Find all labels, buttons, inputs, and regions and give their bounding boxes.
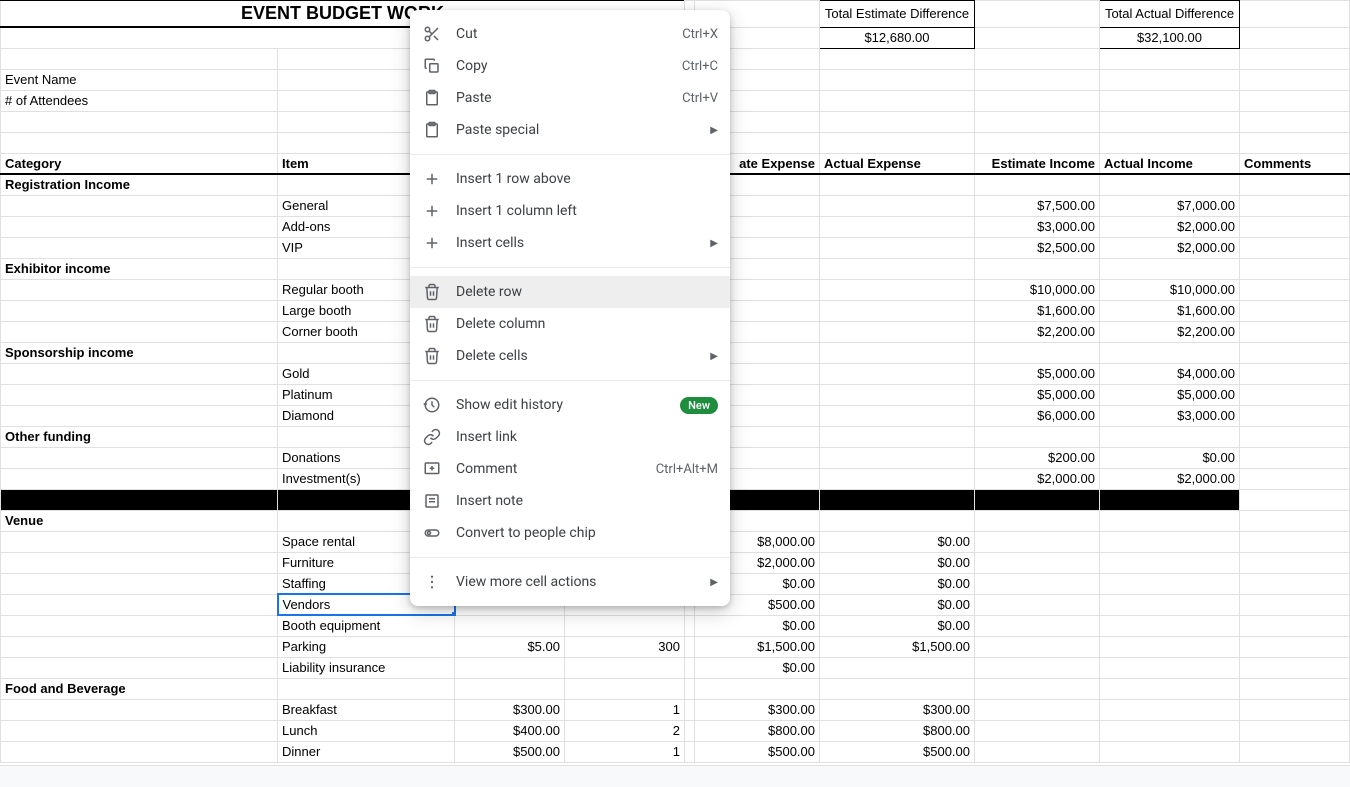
table-row: Liability insurance$0.00: [1, 657, 1350, 678]
menu-separator: [410, 380, 730, 381]
category-venue: Venue: [1, 510, 278, 531]
plus-icon: [422, 201, 442, 221]
paste-special-icon: [422, 120, 442, 140]
menu-separator: [410, 267, 730, 268]
menu-delete-column[interactable]: Delete column: [410, 308, 730, 340]
trash-icon: [422, 282, 442, 302]
trash-icon: [422, 314, 442, 334]
menu-insert-link[interactable]: Insert link: [410, 421, 730, 453]
menu-separator: [410, 154, 730, 155]
table-row: Dinner$500.001$500.00$500.00: [1, 741, 1350, 762]
total-actual-diff-value: $32,100.00: [1100, 27, 1240, 48]
menu-copy[interactable]: Copy Ctrl+C: [410, 50, 730, 82]
table-row: Breakfast$300.001$300.00$300.00: [1, 699, 1350, 720]
menu-delete-row[interactable]: Delete row: [410, 276, 730, 308]
menu-paste-special[interactable]: Paste special ▶: [410, 114, 730, 146]
category-sponsorship: Sponsorship income: [1, 342, 278, 363]
paste-icon: [422, 88, 442, 108]
history-icon: [422, 395, 442, 415]
header-comments: Comments: [1240, 153, 1350, 174]
header-estimate-income: Estimate Income: [975, 153, 1100, 174]
menu-edit-history[interactable]: Show edit history New: [410, 389, 730, 421]
menu-cut[interactable]: Cut Ctrl+X: [410, 18, 730, 50]
table-row: Booth equipment$0.00$0.00: [1, 615, 1350, 636]
menu-insert-row[interactable]: Insert 1 row above: [410, 163, 730, 195]
header-category: Category: [1, 153, 278, 174]
cut-icon: [422, 24, 442, 44]
trash-icon: [422, 346, 442, 366]
category-registration: Registration Income: [1, 174, 278, 195]
note-icon: [422, 491, 442, 511]
label-attendees: # of Attendees: [1, 90, 278, 111]
copy-icon: [422, 56, 442, 76]
total-estimate-diff-label: Total Estimate Difference: [820, 1, 975, 28]
category-other-funding: Other funding: [1, 426, 278, 447]
total-estimate-diff-value: $12,680.00: [820, 27, 975, 48]
menu-insert-cells[interactable]: Insert cells ▶: [410, 227, 730, 259]
category-exhibitor: Exhibitor income: [1, 258, 278, 279]
comment-icon: [422, 459, 442, 479]
header-actual-income: Actual Income: [1100, 153, 1240, 174]
menu-insert-column[interactable]: Insert 1 column left: [410, 195, 730, 227]
total-actual-diff-label: Total Actual Difference: [1100, 1, 1240, 28]
menu-delete-cells[interactable]: Delete cells ▶: [410, 340, 730, 372]
link-icon: [422, 427, 442, 447]
menu-separator: [410, 557, 730, 558]
chevron-right-icon: ▶: [710, 125, 718, 136]
menu-people-chip[interactable]: Convert to people chip: [410, 517, 730, 549]
people-chip-icon: [422, 523, 442, 543]
category-food: Food and Beverage: [1, 678, 278, 699]
chevron-right-icon: ▶: [710, 238, 718, 249]
plus-icon: [422, 233, 442, 253]
new-badge: New: [680, 397, 718, 414]
selection-handle[interactable]: [451, 611, 455, 615]
table-row: Lunch$400.002$800.00$800.00: [1, 720, 1350, 741]
menu-paste[interactable]: Paste Ctrl+V: [410, 82, 730, 114]
menu-more-actions[interactable]: View more cell actions ▶: [410, 566, 730, 598]
table-row: Parking$5.00300$1,500.00$1,500.00: [1, 636, 1350, 657]
chevron-right-icon: ▶: [710, 577, 718, 588]
more-icon: [422, 572, 442, 592]
header-actual-expense: Actual Expense: [820, 153, 975, 174]
label-event-name: Event Name: [1, 69, 278, 90]
plus-icon: [422, 169, 442, 189]
chevron-right-icon: ▶: [710, 351, 718, 362]
menu-comment[interactable]: Comment Ctrl+Alt+M: [410, 453, 730, 485]
context-menu: Cut Ctrl+X Copy Ctrl+C Paste Ctrl+V Past…: [410, 10, 730, 606]
sheet-tab-bar[interactable]: [0, 765, 1350, 787]
menu-insert-note[interactable]: Insert note: [410, 485, 730, 517]
